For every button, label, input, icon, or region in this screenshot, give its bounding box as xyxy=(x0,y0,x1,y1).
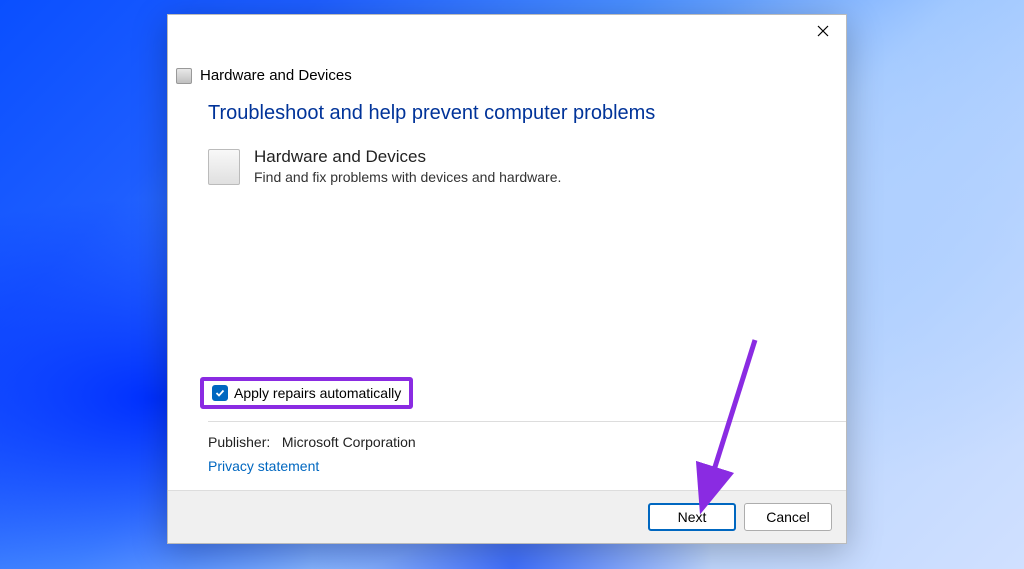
cancel-button[interactable]: Cancel xyxy=(744,503,832,531)
close-icon xyxy=(817,25,829,37)
next-button[interactable]: Next xyxy=(648,503,736,531)
close-button[interactable] xyxy=(800,15,846,47)
titlebar xyxy=(168,15,846,55)
troubleshooter-item: Hardware and Devices Find and fix proble… xyxy=(208,147,806,185)
dialog-footer: Next Cancel xyxy=(168,490,846,543)
item-title: Hardware and Devices xyxy=(254,147,561,167)
content-area: Troubleshoot and help prevent computer p… xyxy=(168,102,846,490)
publisher-info: Publisher: Microsoft Corporation xyxy=(208,434,806,450)
hardware-icon xyxy=(208,149,240,185)
publisher-label: Publisher: xyxy=(208,434,278,450)
annotation-highlight: Apply repairs automatically xyxy=(200,377,413,409)
troubleshoot-icon xyxy=(176,68,192,84)
troubleshooter-window: Hardware and Devices Troubleshoot and he… xyxy=(167,14,847,544)
divider xyxy=(208,421,846,422)
window-title: Hardware and Devices xyxy=(200,67,352,84)
item-description: Find and fix problems with devices and h… xyxy=(254,169,561,185)
checkmark-icon xyxy=(215,388,225,398)
apply-repairs-checkbox[interactable] xyxy=(212,385,228,401)
apply-repairs-checkbox-row[interactable]: Apply repairs automatically xyxy=(204,381,409,405)
publisher-value: Microsoft Corporation xyxy=(282,434,416,450)
apply-repairs-label: Apply repairs automatically xyxy=(234,385,401,401)
window-header: Hardware and Devices xyxy=(168,55,846,102)
privacy-statement-link[interactable]: Privacy statement xyxy=(208,458,806,474)
page-title: Troubleshoot and help prevent computer p… xyxy=(208,102,806,125)
